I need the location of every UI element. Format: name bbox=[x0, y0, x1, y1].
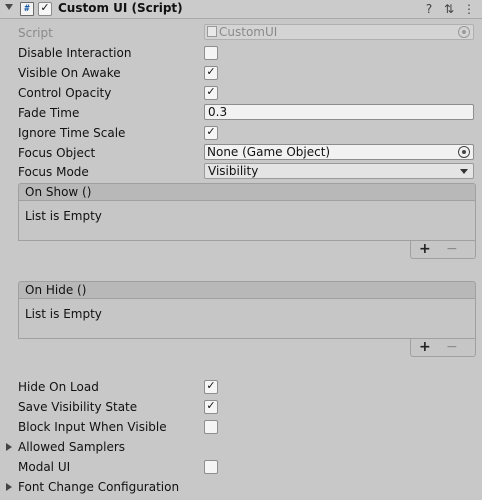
visible-on-awake-checkbox[interactable]: ✓ bbox=[204, 65, 218, 80]
control-opacity-label: Control Opacity bbox=[18, 86, 112, 100]
component-header: # ✓ Custom UI (Script) ? ⇅ ⋮ bbox=[0, 0, 482, 19]
save-visibility-state-checkbox[interactable]: ✓ bbox=[204, 399, 218, 414]
hide-on-load-label: Hide On Load bbox=[18, 380, 99, 394]
visible-on-awake-row: Visible On Awake ✓ bbox=[0, 64, 482, 82]
remove-listener-button[interactable]: − bbox=[446, 339, 458, 355]
hide-on-load-checkbox[interactable]: ✓ bbox=[204, 379, 218, 394]
disable-interaction-checkbox[interactable] bbox=[204, 46, 218, 60]
focus-mode-value: Visibility bbox=[208, 164, 259, 178]
fade-time-input[interactable]: 0.3 bbox=[204, 104, 474, 120]
help-icon[interactable]: ? bbox=[422, 2, 436, 16]
script-hash-icon: # bbox=[20, 2, 34, 16]
save-visibility-state-label: Save Visibility State bbox=[18, 400, 138, 414]
on-hide-header: On Hide () bbox=[18, 281, 476, 299]
check-icon: ✓ bbox=[206, 399, 216, 412]
presets-icon[interactable]: ⇅ bbox=[442, 2, 456, 16]
save-visibility-state-row: Save Visibility State ✓ bbox=[0, 398, 482, 416]
disable-interaction-label: Disable Interaction bbox=[18, 46, 132, 60]
on-hide-footer: + − bbox=[410, 339, 476, 357]
focus-object-value: None (Game Object) bbox=[207, 145, 331, 159]
block-input-row: Block Input When Visible bbox=[0, 418, 482, 436]
fade-time-row: Fade Time 0.3 bbox=[0, 104, 482, 122]
component-title: Custom UI (Script) bbox=[58, 1, 183, 15]
script-label: Script bbox=[18, 26, 53, 40]
modal-ui-checkbox[interactable] bbox=[204, 460, 218, 474]
foldout-arrow-icon[interactable] bbox=[5, 4, 13, 10]
visible-on-awake-label: Visible On Awake bbox=[18, 66, 121, 80]
script-row: Script CustomUI bbox=[0, 24, 482, 42]
control-opacity-row: Control Opacity ✓ bbox=[0, 84, 482, 102]
dropdown-arrow-icon bbox=[460, 169, 468, 174]
foldout-arrow-icon[interactable] bbox=[6, 443, 12, 451]
fade-time-label: Fade Time bbox=[18, 106, 80, 120]
object-picker-icon bbox=[458, 26, 470, 38]
check-icon: ✓ bbox=[206, 65, 216, 78]
allowed-samplers-row[interactable]: Allowed Samplers bbox=[0, 438, 482, 456]
check-icon: ✓ bbox=[206, 85, 216, 98]
check-icon: ✓ bbox=[206, 379, 216, 392]
script-file-icon bbox=[207, 26, 217, 37]
font-change-configuration-row[interactable]: Font Change Configuration bbox=[0, 478, 482, 496]
on-show-header: On Show () bbox=[18, 183, 476, 201]
on-show-footer: + − bbox=[410, 241, 476, 259]
block-input-checkbox[interactable] bbox=[204, 420, 218, 434]
disable-interaction-row: Disable Interaction bbox=[0, 44, 482, 62]
ignore-time-scale-label: Ignore Time Scale bbox=[18, 126, 126, 140]
ignore-time-scale-row: Ignore Time Scale ✓ bbox=[0, 124, 482, 142]
ignore-time-scale-checkbox[interactable]: ✓ bbox=[204, 125, 218, 140]
focus-object-row: Focus Object None (Game Object) bbox=[0, 144, 482, 162]
remove-listener-button[interactable]: − bbox=[446, 241, 458, 257]
add-listener-button[interactable]: + bbox=[419, 241, 431, 257]
add-listener-button[interactable]: + bbox=[419, 339, 431, 355]
font-change-configuration-label[interactable]: Font Change Configuration bbox=[18, 480, 179, 494]
modal-ui-row: Modal UI bbox=[0, 458, 482, 476]
foldout-arrow-icon[interactable] bbox=[6, 483, 12, 491]
on-show-list: List is Empty bbox=[18, 201, 476, 241]
control-opacity-checkbox[interactable]: ✓ bbox=[204, 85, 218, 100]
focus-mode-row: Focus Mode Visibility bbox=[0, 163, 482, 181]
focus-object-field[interactable]: None (Game Object) bbox=[204, 144, 474, 160]
block-input-label: Block Input When Visible bbox=[18, 420, 167, 434]
script-value: CustomUI bbox=[219, 25, 278, 39]
script-field: CustomUI bbox=[204, 24, 474, 40]
context-menu-icon[interactable]: ⋮ bbox=[462, 2, 476, 16]
component-enabled-checkbox[interactable]: ✓ bbox=[38, 1, 52, 16]
check-icon: ✓ bbox=[40, 1, 50, 14]
check-icon: ✓ bbox=[206, 125, 216, 138]
object-picker-icon[interactable] bbox=[458, 146, 470, 158]
hide-on-load-row: Hide On Load ✓ bbox=[0, 378, 482, 396]
on-hide-list: List is Empty bbox=[18, 299, 476, 339]
modal-ui-label: Modal UI bbox=[18, 460, 71, 474]
focus-mode-dropdown[interactable]: Visibility bbox=[204, 163, 474, 179]
allowed-samplers-label[interactable]: Allowed Samplers bbox=[18, 440, 125, 454]
focus-object-label: Focus Object bbox=[18, 146, 96, 160]
focus-mode-label: Focus Mode bbox=[18, 165, 89, 179]
